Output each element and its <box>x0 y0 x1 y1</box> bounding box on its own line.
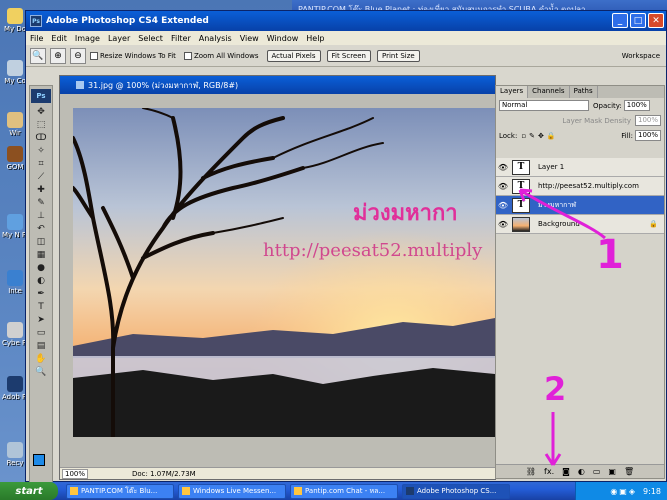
start-button[interactable]: start <box>0 482 58 500</box>
taskbar-item-messenger[interactable]: Windows Live Messen... <box>178 483 286 499</box>
annotation-arrows <box>518 188 606 466</box>
clock: 9:18 <box>643 486 661 496</box>
taskbar-item-pantip[interactable]: PANTIP.COM โต๊ะ Blu... <box>66 483 174 499</box>
photoshop-icon <box>406 487 414 495</box>
annotation-number-1: 1 <box>596 232 624 278</box>
system-tray: ◉▣◈ 9:18 <box>575 482 667 500</box>
tray-icons[interactable]: ◉▣◈ <box>610 487 637 496</box>
annotation-number-2: 2 <box>544 370 567 408</box>
browser-icon <box>294 487 302 495</box>
messenger-icon <box>182 487 190 495</box>
browser-icon <box>70 487 78 495</box>
taskbar-item-chat[interactable]: Pantip.com Chat - หล... <box>290 483 398 499</box>
taskbar-item-photoshop[interactable]: Adobe Photoshop CS... <box>402 483 510 499</box>
taskbar: start PANTIP.COM โต๊ะ Blu... Windows Liv… <box>0 482 667 500</box>
